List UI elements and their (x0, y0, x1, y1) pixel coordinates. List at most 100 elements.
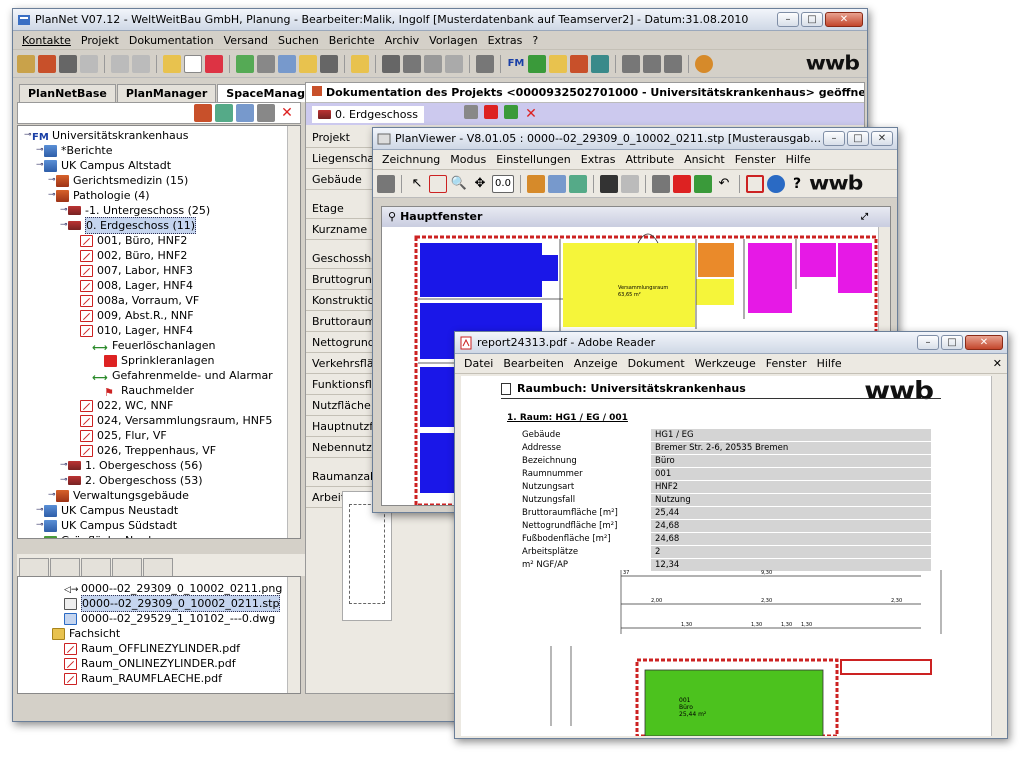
tree-node[interactable]: ⊸ *Berichte (18, 143, 300, 158)
tab-plannetbase[interactable]: PlanNetBase (19, 84, 116, 102)
tree-expander-icon[interactable]: ⊸ (36, 518, 44, 533)
zoom-in-icon[interactable]: 🔍 (450, 175, 468, 193)
pdf-icon[interactable] (483, 105, 498, 119)
reader-doc-close-icon[interactable]: ✕ (988, 357, 1007, 370)
tree-node[interactable]: ⊸ UK Campus Südstadt (18, 518, 300, 533)
document-icon[interactable] (184, 54, 202, 73)
tree-node[interactable]: ⊸ 0. Erdgeschoss (11) (18, 217, 300, 234)
web-icon[interactable] (695, 54, 713, 73)
reader-menu-dokument[interactable]: Dokument (623, 357, 690, 370)
home-icon[interactable] (38, 54, 56, 73)
tree-node[interactable]: 009, Abst.R., NNF (18, 308, 300, 323)
reader-close-button[interactable]: ✕ (965, 335, 1003, 350)
tab-structure[interactable] (81, 558, 111, 576)
menu-help[interactable]: ? (527, 34, 543, 47)
tree-expander-icon[interactable]: ⊸ (48, 173, 56, 188)
doc-tab[interactable]: 0. Erdgeschoss (312, 105, 424, 123)
reader-titlebar[interactable]: report24313.pdf - Adobe Reader – □ ✕ (455, 332, 1007, 354)
viewer-maximize-button[interactable]: □ (847, 131, 869, 146)
list-icon[interactable] (236, 54, 254, 73)
reader-minimize-button[interactable]: – (917, 335, 939, 350)
undo-icon[interactable]: ↶ (715, 175, 733, 193)
viewer-print-icon[interactable] (377, 174, 395, 193)
exit-icon[interactable] (17, 54, 35, 73)
pen-icon[interactable] (527, 174, 545, 193)
tree-node[interactable]: ⊸ FM Universitätskrankenhaus (18, 128, 300, 143)
help-icon[interactable]: ? (788, 175, 806, 193)
zoom-window-icon[interactable] (429, 174, 447, 193)
bell-icon[interactable] (351, 54, 369, 73)
globe-viewer-icon[interactable] (767, 174, 785, 193)
menu-extras[interactable]: Extras (483, 34, 528, 47)
reader-menu-werkzeuge[interactable]: Werkzeuge (690, 357, 761, 370)
reader-menu-bearbeiten[interactable]: Bearbeiten (498, 357, 568, 370)
tree-expander-icon[interactable]: ⊸ (24, 128, 32, 143)
attributes-icon[interactable] (652, 174, 670, 193)
viewer-menu-fenster[interactable]: Fenster (730, 153, 781, 166)
tree-expander-icon[interactable]: ⊸ (60, 473, 68, 488)
file-item[interactable]: ◁→ 0000--02_29309_0_10002_0211.png (18, 581, 300, 596)
edit-icon[interactable] (163, 54, 181, 73)
tree-node[interactable]: ⊸ Gerichtsmedizin (15) (18, 173, 300, 188)
tree-expander-icon[interactable]: ⊸ (60, 218, 68, 233)
viewer-menu-modus[interactable]: Modus (445, 153, 491, 166)
tree-node[interactable]: Sprinkleranlagen (18, 353, 300, 368)
tree-node[interactable]: Grünfläche Nord (18, 533, 300, 538)
calendar-tool-icon[interactable] (194, 104, 212, 122)
reader-menu-fenster[interactable]: Fenster (761, 357, 812, 370)
tree-node[interactable]: 007, Labor, HNF3 (18, 263, 300, 278)
zoom-level[interactable]: 0.0 (492, 174, 514, 193)
file-item[interactable]: Fachsicht (18, 626, 300, 641)
tools-icon[interactable] (403, 54, 421, 73)
merge-icon[interactable] (664, 54, 682, 73)
globe-icon[interactable] (528, 54, 546, 73)
tab-documents[interactable] (19, 558, 49, 576)
branch-icon[interactable] (643, 54, 661, 73)
user-icon[interactable] (59, 54, 77, 73)
close-button[interactable]: ✕ (825, 12, 863, 27)
puzzle-icon[interactable] (215, 104, 233, 122)
tree-node[interactable]: 002, Büro, HNF2 (18, 248, 300, 263)
tree-node[interactable]: ⊸ 2. Obergeschoss (53) (18, 473, 300, 488)
menu-suchen[interactable]: Suchen (273, 34, 324, 47)
reader-scrollbar[interactable] (991, 376, 1005, 736)
file-scrollbar[interactable] (287, 577, 300, 693)
viewer-close-button[interactable]: ✕ (871, 131, 893, 146)
viewer-menu-einstellungen[interactable]: Einstellungen (491, 153, 576, 166)
tab-users[interactable] (50, 558, 80, 576)
fm-icon[interactable]: FM (507, 55, 525, 73)
reader-menu-anzeige[interactable]: Anzeige (569, 357, 623, 370)
folder-icon[interactable] (549, 54, 567, 73)
tree-node[interactable]: 001, Büro, HNF2 (18, 233, 300, 248)
color-icon[interactable] (673, 174, 691, 193)
reader-maximize-button[interactable]: □ (941, 335, 963, 350)
close-doc-icon[interactable]: ✕ (524, 105, 538, 123)
menu-vorlagen[interactable]: Vorlagen (424, 34, 482, 47)
tree-node[interactable]: ⊸ 1. Obergeschoss (56) (18, 458, 300, 473)
tree-expander-icon[interactable]: ⊸ (48, 488, 56, 503)
search-tool-icon[interactable] (236, 104, 254, 122)
expand-icon[interactable]: ⤢ (861, 207, 868, 227)
send-icon[interactable] (424, 54, 442, 73)
minimize-button[interactable]: – (777, 12, 799, 27)
tab-planmanager[interactable]: PlanManager (116, 84, 217, 102)
tree-node[interactable]: 008, Lager, HNF4 (18, 278, 300, 293)
tree-node[interactable]: 024, Versammlungsraum, HNF5 (18, 413, 300, 428)
hand-icon[interactable] (80, 54, 98, 73)
menu-versand[interactable]: Versand (219, 34, 273, 47)
copy-icon[interactable] (111, 54, 129, 73)
mail-icon[interactable] (445, 54, 463, 73)
menu-projekt[interactable]: Projekt (76, 34, 124, 47)
file-item[interactable]: 0000--02_29309_0_10002_0211.stp (18, 595, 300, 612)
chart-icon[interactable] (570, 54, 588, 73)
tree-node[interactable]: ⊸ -1. Untergeschoss (25) (18, 203, 300, 218)
tree-expander-icon[interactable]: ⊸ (36, 158, 44, 173)
tree-node[interactable]: ⊸ Verwaltungsgebäude (18, 488, 300, 503)
tree-node[interactable]: ⊸ UK Campus Altstadt (18, 158, 300, 173)
maximize-button[interactable]: □ (801, 12, 823, 27)
tree-node[interactable]: ⊸ Pathologie (4) (18, 188, 300, 203)
reader-menu-datei[interactable]: Datei (459, 357, 498, 370)
file-item[interactable]: Raum_ONLINEZYLINDER.pdf (18, 656, 300, 671)
file-item[interactable]: Raum_OFFLINEZYLINDER.pdf (18, 641, 300, 656)
paste-icon[interactable] (132, 54, 150, 73)
